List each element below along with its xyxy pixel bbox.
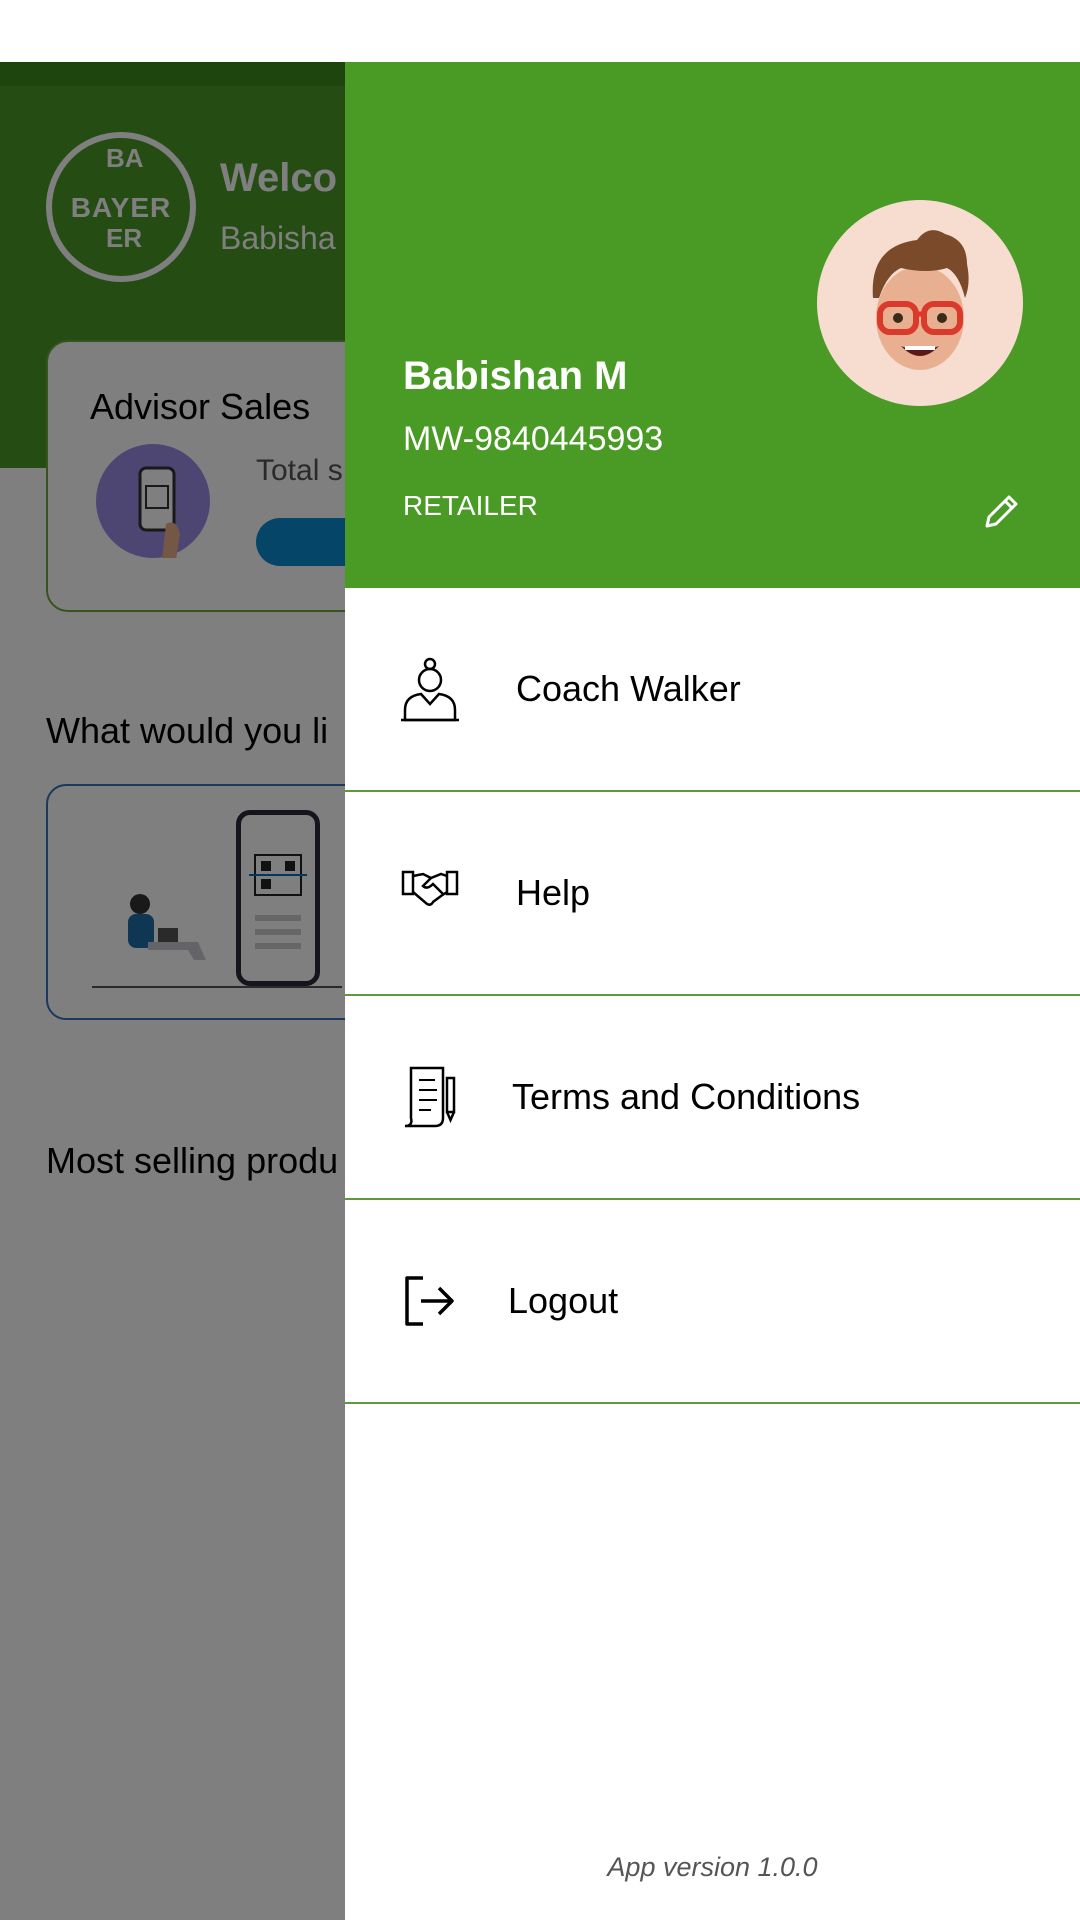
- menu-label: Terms and Conditions: [512, 1076, 861, 1117]
- user-name: Babishan M: [403, 354, 628, 398]
- handshake-icon: [401, 868, 459, 934]
- menu-label: Logout: [508, 1280, 619, 1321]
- user-id: MW-9840445993: [403, 420, 664, 458]
- menu-label: Coach Walker: [516, 668, 741, 709]
- status-bar: [0, 0, 1080, 62]
- logout-icon: [401, 1274, 459, 1340]
- menu-label: Help: [516, 872, 591, 913]
- menu-item-coach-walker[interactable]: Coach Walker: [345, 588, 1080, 792]
- menu-item-logout[interactable]: Logout: [345, 1200, 1080, 1404]
- menu-item-terms[interactable]: Terms and Conditions: [345, 996, 1080, 1200]
- user-role: RETAILER: [403, 490, 538, 521]
- drawer-profile-header: Babishan M MW-9840445993 RETAILER: [345, 62, 1080, 588]
- edit-pencil-icon[interactable]: [981, 492, 1021, 532]
- avatar[interactable]: [817, 200, 1023, 406]
- navigation-drawer: Babishan M MW-9840445993 RETAILER Coach …: [345, 62, 1080, 1920]
- coach-icon: [401, 656, 459, 722]
- menu-item-help[interactable]: Help: [345, 792, 1080, 996]
- app-version: App version 1.0.0: [607, 1852, 818, 1882]
- document-icon: [401, 1064, 459, 1130]
